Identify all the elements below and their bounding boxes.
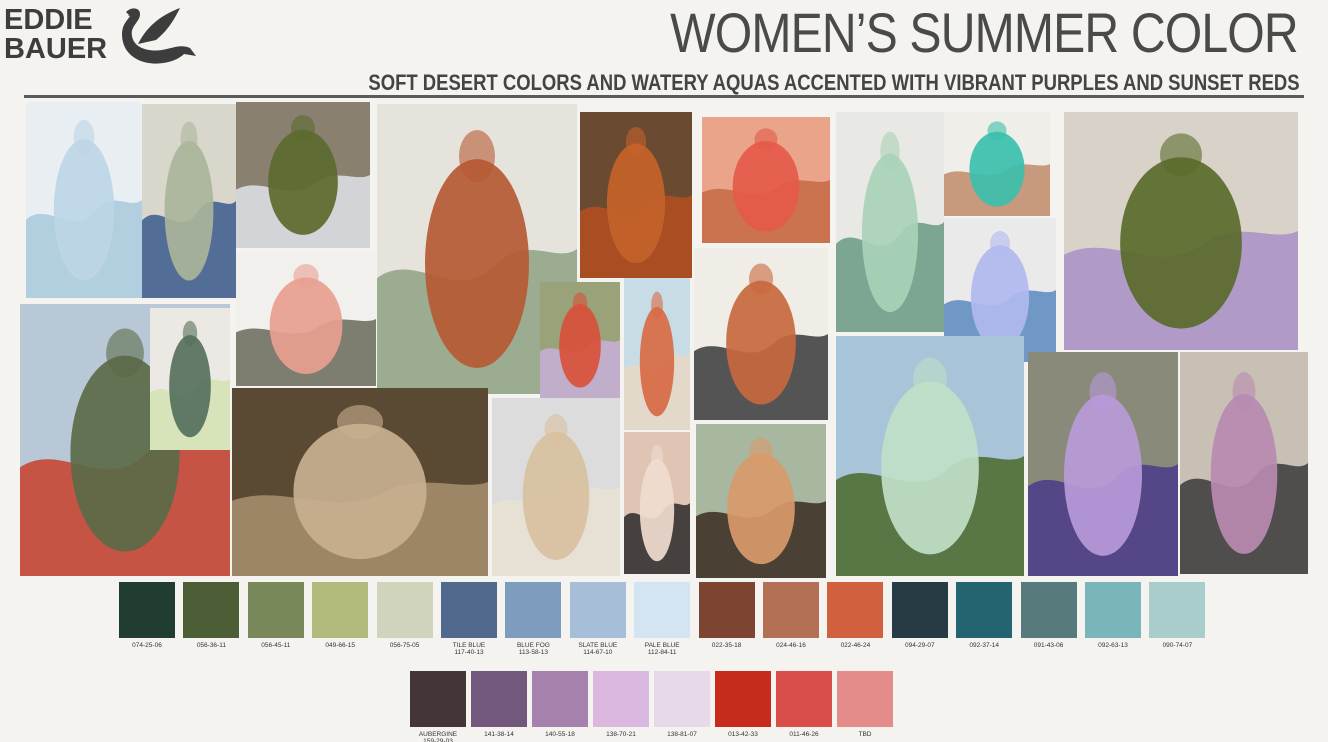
goose-icon bbox=[122, 8, 196, 64]
photo-purple-tank-rock bbox=[1028, 352, 1178, 576]
photo-olive-blanket bbox=[236, 102, 370, 248]
color-swatch bbox=[1085, 582, 1141, 638]
photo-mint-sweatshirt bbox=[836, 112, 944, 332]
color-swatch bbox=[410, 671, 466, 727]
photo-teal-tank-top-image bbox=[944, 112, 1050, 216]
photo-mint-stretching-field-image bbox=[836, 336, 1024, 576]
photo-teal-tank-top bbox=[944, 112, 1050, 216]
photo-sage-dress-binoculars bbox=[142, 104, 236, 298]
photo-rust-jumpsuit bbox=[580, 112, 692, 278]
photo-leopard-print-top-image bbox=[696, 424, 826, 578]
photo-khaki-shorts bbox=[232, 388, 488, 576]
color-swatch bbox=[505, 582, 562, 638]
photo-beige-sneakers bbox=[492, 398, 620, 576]
photo-olive-blanket-image bbox=[236, 102, 370, 248]
color-swatch bbox=[837, 671, 893, 727]
photo-khaki-shorts-image bbox=[232, 388, 488, 576]
color-swatch bbox=[441, 582, 497, 638]
photo-light-blue-rain-jacket bbox=[26, 102, 142, 298]
color-swatch bbox=[634, 582, 691, 638]
photo-red-shirt-lilac-hat bbox=[540, 282, 620, 398]
photo-beige-sneakers-image bbox=[492, 398, 620, 576]
color-swatch bbox=[827, 582, 884, 638]
page-subtitle: SOFT DESERT COLORS AND WATERY AQUAS ACCE… bbox=[368, 70, 1300, 95]
photo-orange-bag-sweater-image bbox=[694, 248, 828, 420]
photo-sage-dress-binoculars-image bbox=[142, 104, 236, 298]
color-swatch bbox=[569, 582, 626, 638]
color-swatch bbox=[715, 671, 771, 727]
color-swatch bbox=[956, 582, 1013, 638]
swatch-label: TBD bbox=[858, 731, 872, 738]
page-title: WOMEN’S SUMMER COLOR bbox=[670, 1, 1298, 64]
photo-purple-tank-rock-image bbox=[1028, 352, 1178, 576]
photo-mint-stretching-field bbox=[836, 336, 1024, 576]
color-swatch bbox=[247, 582, 304, 638]
photo-beach-rust-pants bbox=[624, 278, 690, 430]
color-swatch bbox=[471, 671, 527, 727]
photo-green-long-sleeve bbox=[150, 308, 230, 450]
color-swatch bbox=[1020, 582, 1077, 638]
brand-line-1: EDDIE bbox=[4, 4, 93, 36]
photo-blush-tracksuit bbox=[624, 432, 690, 574]
photo-coral-flatlay-image bbox=[702, 117, 830, 243]
photo-mint-sweatshirt-image bbox=[836, 112, 944, 332]
photo-mauve-jumpsuit bbox=[1180, 352, 1308, 574]
color-swatch bbox=[891, 582, 948, 638]
photo-pink-sandals-image bbox=[236, 252, 376, 386]
photo-beach-rust-pants-image bbox=[624, 278, 690, 430]
photo-blush-tracksuit-image bbox=[624, 432, 690, 574]
brand-wordmark: EDDIE BAUER bbox=[4, 6, 107, 64]
color-swatch bbox=[776, 671, 832, 727]
color-swatch bbox=[312, 582, 369, 638]
photo-coral-flatlay bbox=[702, 117, 830, 243]
photo-mauve-jumpsuit-image bbox=[1180, 352, 1308, 574]
color-swatch bbox=[1149, 582, 1206, 638]
photo-orange-bag-sweater bbox=[694, 248, 828, 420]
photo-light-blue-rain-jacket-image bbox=[26, 102, 142, 298]
color-swatch bbox=[532, 671, 588, 727]
photo-pink-sandals bbox=[236, 252, 376, 386]
photo-rust-jumpsuit-image bbox=[580, 112, 692, 278]
swatch-label: 090-74-07 bbox=[1162, 642, 1193, 649]
color-swatch bbox=[763, 582, 819, 638]
brand-line-2: BAUER bbox=[4, 33, 108, 65]
color-swatch bbox=[376, 582, 433, 638]
color-swatch bbox=[593, 671, 649, 727]
color-swatch bbox=[698, 582, 755, 638]
photo-red-shirt-lilac-hat-image bbox=[540, 282, 620, 398]
photo-green-long-sleeve-image bbox=[150, 308, 230, 450]
color-swatch bbox=[654, 671, 710, 727]
photo-bags-flatlay bbox=[1064, 112, 1298, 350]
header-divider bbox=[24, 95, 1304, 98]
brand-logo: EDDIE BAUER bbox=[2, 2, 202, 70]
color-swatch bbox=[119, 582, 175, 638]
photo-bags-flatlay-image bbox=[1064, 112, 1298, 350]
photo-leopard-print-top bbox=[696, 424, 826, 578]
color-swatch bbox=[183, 582, 240, 638]
